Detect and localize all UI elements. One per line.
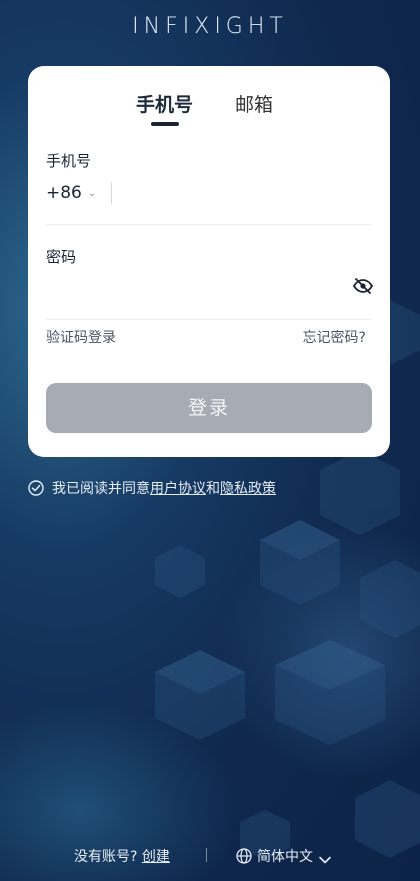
login-card: 手机号 邮箱 手机号 +86 ⌄ 密码 验证码登录 忘记密码? 登录 (28, 66, 390, 457)
tab-phone[interactable]: 手机号 (136, 90, 193, 117)
tab-active-indicator (151, 122, 179, 126)
password-divider (46, 319, 372, 320)
check-circle-icon[interactable] (28, 480, 44, 496)
forgot-password-link[interactable]: 忘记密码? (303, 327, 366, 347)
agreement-and: 和 (206, 481, 220, 497)
terms-link[interactable]: 用户协议 (150, 481, 206, 497)
create-account-link[interactable]: 创建 (142, 849, 170, 865)
sms-login-link[interactable]: 验证码登录 (46, 327, 116, 347)
globe-icon (236, 848, 252, 864)
password-input[interactable] (46, 274, 340, 308)
phone-label: 手机号 (46, 152, 92, 170)
country-code-select[interactable]: +86 ⌄ (46, 183, 96, 203)
app-logo: INFIXIGHT (132, 14, 288, 39)
agreement-prefix: 我已阅读并同意 (52, 481, 150, 497)
country-code-value: +86 (46, 183, 82, 203)
signup-prompt: 没有账号? 创建 (74, 846, 170, 866)
privacy-link[interactable]: 隐私政策 (220, 481, 276, 497)
language-label: 简体中文 (257, 849, 313, 865)
footer-separator (206, 848, 207, 862)
footer: 没有账号? 创建 简体中文 (0, 843, 420, 867)
background-glow-right (220, 520, 420, 780)
chevron-down-icon (319, 856, 331, 864)
phone-divider (46, 224, 372, 225)
language-selector[interactable]: 简体中文 (236, 846, 336, 866)
tab-email[interactable]: 邮箱 (235, 90, 273, 117)
agreement-row: 我已阅读并同意用户协议和隐私政策 (28, 478, 276, 498)
no-account-text: 没有账号? (74, 849, 138, 865)
country-code-separator (111, 182, 112, 204)
login-button[interactable]: 登录 (46, 383, 372, 433)
chevron-down-icon: ⌄ (87, 188, 97, 199)
password-label: 密码 (46, 248, 77, 266)
phone-input[interactable] (120, 178, 374, 212)
login-tabs: 手机号 邮箱 (28, 88, 390, 128)
eye-off-icon[interactable] (353, 278, 373, 294)
